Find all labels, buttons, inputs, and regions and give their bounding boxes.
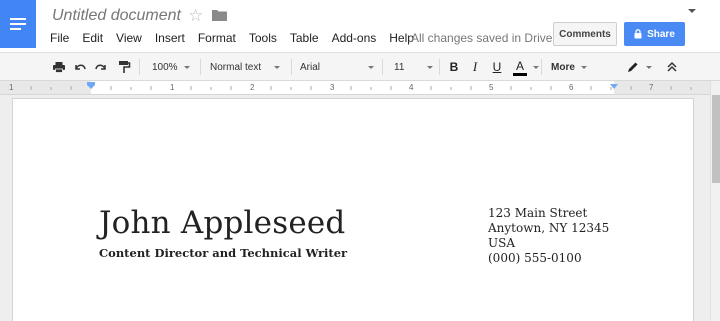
italic-button[interactable]: I xyxy=(468,53,482,81)
document-title[interactable]: Untitled document xyxy=(52,7,181,25)
toolbar-separator xyxy=(541,59,542,75)
font-value: Arial xyxy=(300,61,321,73)
toolbar-separator xyxy=(382,59,383,75)
header: Untitled document ☆ File Edit View Inser… xyxy=(0,0,720,52)
ruler-number: 1 xyxy=(170,83,175,92)
font-dropdown[interactable]: Arial xyxy=(300,53,380,81)
ruler-ticks xyxy=(30,82,692,90)
style-value: Normal text xyxy=(210,61,262,73)
share-label: Share xyxy=(647,28,675,40)
resume-address[interactable]: 123 Main Street Anytown, NY 12345 USA (0… xyxy=(488,206,609,266)
menu-view[interactable]: View xyxy=(116,30,142,46)
toolbar-separator xyxy=(439,59,440,75)
font-size-value: 11 xyxy=(394,61,405,73)
ruler-number: 3 xyxy=(330,83,335,92)
ruler-number: 7 xyxy=(649,83,654,92)
ruler: 1 1 2 3 4 5 6 7 xyxy=(0,81,710,95)
text-color-label: A xyxy=(515,59,524,73)
menu-tools[interactable]: Tools xyxy=(249,30,277,46)
menu-table[interactable]: Table xyxy=(290,30,319,46)
left-indent-marker xyxy=(87,82,95,89)
menu-edit[interactable]: Edit xyxy=(82,30,103,46)
pencil-icon[interactable] xyxy=(625,53,639,81)
ruler-number: 1 xyxy=(9,83,14,92)
scrollbar-thumb[interactable] xyxy=(712,95,720,183)
zoom-value: 100% xyxy=(152,61,178,73)
resume-subtitle[interactable]: Content Director and Technical Writer xyxy=(99,246,347,260)
menu-file[interactable]: File xyxy=(50,30,69,46)
save-status[interactable]: All changes saved in Drive xyxy=(411,30,552,46)
account-caret-icon[interactable] xyxy=(688,9,696,13)
address-line: Anytown, NY 12345 xyxy=(488,221,610,235)
lock-icon xyxy=(634,29,642,39)
more-label: More xyxy=(551,61,575,73)
address-line: USA xyxy=(488,236,515,250)
menu-format[interactable]: Format xyxy=(198,30,236,46)
resume-name[interactable]: John Appleseed xyxy=(99,205,345,241)
redo-icon[interactable] xyxy=(94,53,108,81)
toolbar: 100% Normal text Arial 11 B I U A More xyxy=(0,52,720,81)
menu-add-ons[interactable]: Add-ons xyxy=(332,30,377,46)
toolbar-separator xyxy=(139,59,140,75)
share-button[interactable]: Share xyxy=(624,22,685,46)
ruler-number: 4 xyxy=(409,83,414,92)
folder-icon[interactable] xyxy=(212,9,227,21)
undo-icon[interactable] xyxy=(73,53,87,81)
menu-insert[interactable]: Insert xyxy=(155,30,185,46)
toolbar-separator xyxy=(291,59,292,75)
ruler-number: 5 xyxy=(489,83,494,92)
comments-button[interactable]: Comments xyxy=(553,22,617,46)
zoom-dropdown[interactable]: 100% xyxy=(152,53,194,81)
address-line: 123 Main Street xyxy=(488,206,588,220)
address-line: (000) 555-0100 xyxy=(488,251,582,265)
font-size-dropdown[interactable]: 11 xyxy=(394,53,434,81)
collapse-icon[interactable] xyxy=(666,53,678,81)
document-page[interactable]: John Appleseed Content Director and Tech… xyxy=(12,98,694,321)
style-dropdown[interactable]: Normal text xyxy=(210,53,284,81)
paint-format-icon[interactable] xyxy=(117,53,131,81)
text-color-bar xyxy=(513,73,527,76)
menu-bar: File Edit View Insert Format Tools Table… xyxy=(50,30,427,46)
text-color-button[interactable]: A xyxy=(511,53,529,81)
more-dropdown[interactable]: More xyxy=(551,53,591,81)
print-icon[interactable] xyxy=(52,53,66,81)
ruler-number: 6 xyxy=(569,83,574,92)
vertical-scrollbar[interactable] xyxy=(710,81,720,321)
bold-button[interactable]: B xyxy=(447,53,461,81)
star-icon[interactable]: ☆ xyxy=(188,6,203,26)
docs-menu-icon[interactable] xyxy=(0,0,36,48)
underline-button[interactable]: U xyxy=(490,53,504,81)
text-color-caret-icon[interactable] xyxy=(533,66,539,69)
ruler-number: 2 xyxy=(250,83,255,92)
editing-mode-caret-icon[interactable] xyxy=(646,66,652,69)
toolbar-separator xyxy=(200,59,201,75)
